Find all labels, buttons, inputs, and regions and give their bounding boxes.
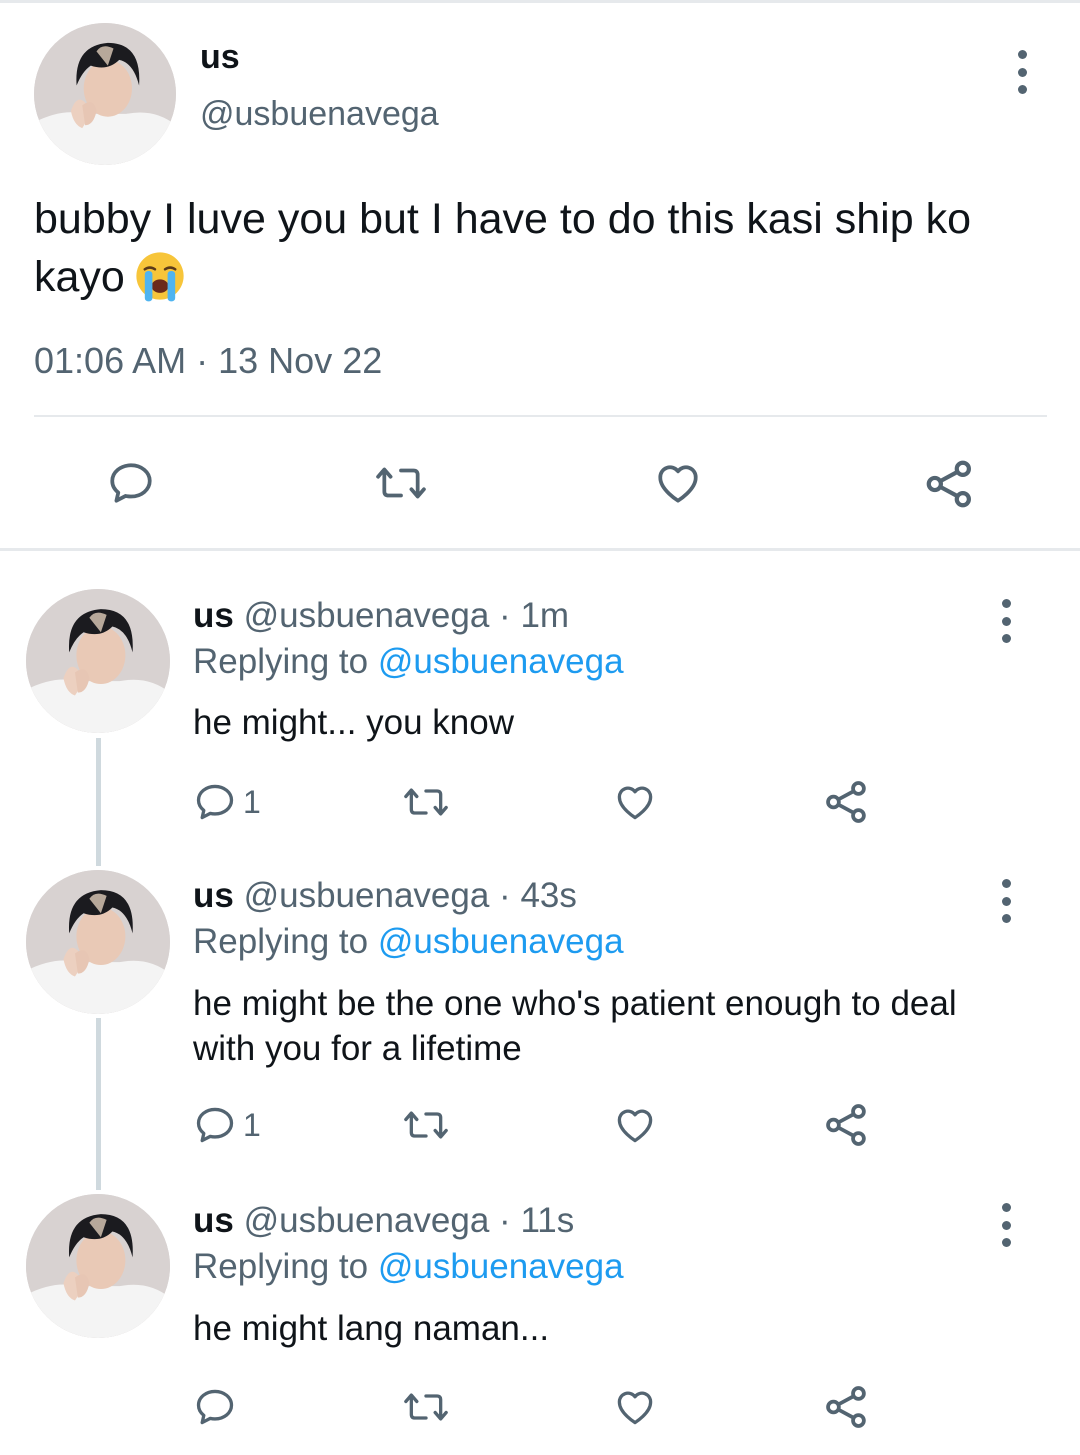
separator: ·: [499, 876, 511, 915]
share-button[interactable]: [822, 1382, 872, 1432]
retweet-icon: [404, 788, 448, 816]
reply-icon: [110, 463, 152, 503]
retweet-button[interactable]: [398, 1103, 454, 1147]
author-name[interactable]: us: [200, 38, 240, 77]
reply-button[interactable]: [193, 1385, 237, 1429]
heart-icon: [617, 1391, 653, 1425]
reply-text: he might lang naman...: [193, 1309, 550, 1348]
retweet-icon: [404, 1393, 448, 1421]
replying-handle-link[interactable]: @usbuenavega: [378, 1247, 624, 1286]
reply-age: 43s: [520, 876, 577, 915]
avatar[interactable]: [26, 1194, 170, 1338]
avatar[interactable]: [34, 23, 176, 165]
author-name[interactable]: us: [193, 1201, 234, 1240]
author-handle[interactable]: @usbuenavega: [244, 596, 490, 635]
reply-icon: [196, 1389, 234, 1425]
section-divider: [0, 548, 1080, 551]
reply-header: us @usbuenavega · 1m: [193, 596, 569, 636]
retweet-button[interactable]: [398, 780, 454, 824]
author-handle[interactable]: @usbuenavega: [244, 876, 490, 915]
like-button[interactable]: [612, 1385, 658, 1429]
like-button[interactable]: [612, 780, 658, 824]
replying-label: Replying to: [193, 642, 369, 681]
heart-icon: [617, 1109, 653, 1143]
replying-to: Replying to @usbuenavega: [193, 1247, 624, 1287]
more-options-icon[interactable]: [998, 1203, 1014, 1247]
avatar-photo: [26, 1194, 170, 1338]
reply-header: us @usbuenavega · 11s: [193, 1201, 574, 1241]
reply-age: 1m: [520, 596, 570, 635]
share-button[interactable]: [822, 777, 872, 827]
retweet-button[interactable]: [398, 1385, 454, 1429]
timestamp-separator: ·: [196, 340, 209, 381]
divider: [34, 415, 1047, 417]
more-options-icon[interactable]: [998, 599, 1014, 643]
separator: ·: [499, 1201, 511, 1240]
replying-label: Replying to: [193, 1247, 369, 1286]
heart-icon: [658, 465, 698, 503]
retweet-button[interactable]: [369, 458, 433, 508]
author-handle[interactable]: @usbuenavega: [244, 1201, 490, 1240]
retweet-icon: [376, 467, 426, 499]
like-button[interactable]: [612, 1103, 658, 1147]
reply-count: 1: [243, 783, 261, 820]
reply-header: us @usbuenavega · 43s: [193, 876, 577, 916]
reply-text: he might be the one who's patient enough…: [193, 984, 957, 1068]
separator: ·: [499, 596, 511, 635]
thread-line: [96, 1018, 101, 1190]
tweet-date: 13 Nov 22: [218, 340, 383, 381]
retweet-icon: [404, 1111, 448, 1139]
avatar-photo: [34, 23, 176, 165]
like-button[interactable]: [652, 458, 704, 508]
reply-button[interactable]: 1: [193, 780, 261, 824]
avatar-photo: [26, 589, 170, 733]
more-options-icon[interactable]: [1014, 50, 1030, 94]
share-icon: [826, 1104, 866, 1146]
reply-icon: [196, 1107, 234, 1143]
author-name[interactable]: us: [193, 596, 234, 635]
replying-label: Replying to: [193, 922, 369, 961]
more-options-icon[interactable]: [998, 879, 1014, 923]
top-divider: [0, 0, 1080, 3]
author-handle[interactable]: @usbuenavega: [200, 95, 439, 134]
replying-to: Replying to @usbuenavega: [193, 642, 624, 682]
reply-text: he might... you know: [193, 703, 514, 742]
thread-line: [96, 738, 101, 866]
avatar-photo: [26, 870, 170, 1014]
replying-to: Replying to @usbuenavega: [193, 922, 624, 962]
share-icon: [826, 781, 866, 823]
share-icon: [826, 1386, 866, 1428]
heart-icon: [617, 786, 653, 820]
tweet-text: bubby I luve you but I have to do this k…: [34, 190, 1054, 307]
reply-button[interactable]: [106, 458, 156, 508]
loudly-crying-face-icon: [136, 252, 184, 301]
reply-age: 11s: [520, 1201, 575, 1240]
share-button[interactable]: [822, 1100, 872, 1150]
avatar[interactable]: [26, 589, 170, 733]
replying-handle-link[interactable]: @usbuenavega: [378, 922, 624, 961]
share-button[interactable]: [922, 456, 978, 512]
tweet-timestamp: 01:06 AM · 13 Nov 22: [34, 340, 382, 382]
reply-button[interactable]: 1: [193, 1103, 261, 1147]
author-name[interactable]: us: [193, 876, 234, 915]
reply-icon: [196, 784, 234, 820]
share-icon: [926, 460, 971, 508]
reply-count: 1: [243, 1106, 261, 1143]
tweet-time: 01:06 AM: [34, 340, 187, 381]
avatar[interactable]: [26, 870, 170, 1014]
replying-handle-link[interactable]: @usbuenavega: [378, 642, 624, 681]
